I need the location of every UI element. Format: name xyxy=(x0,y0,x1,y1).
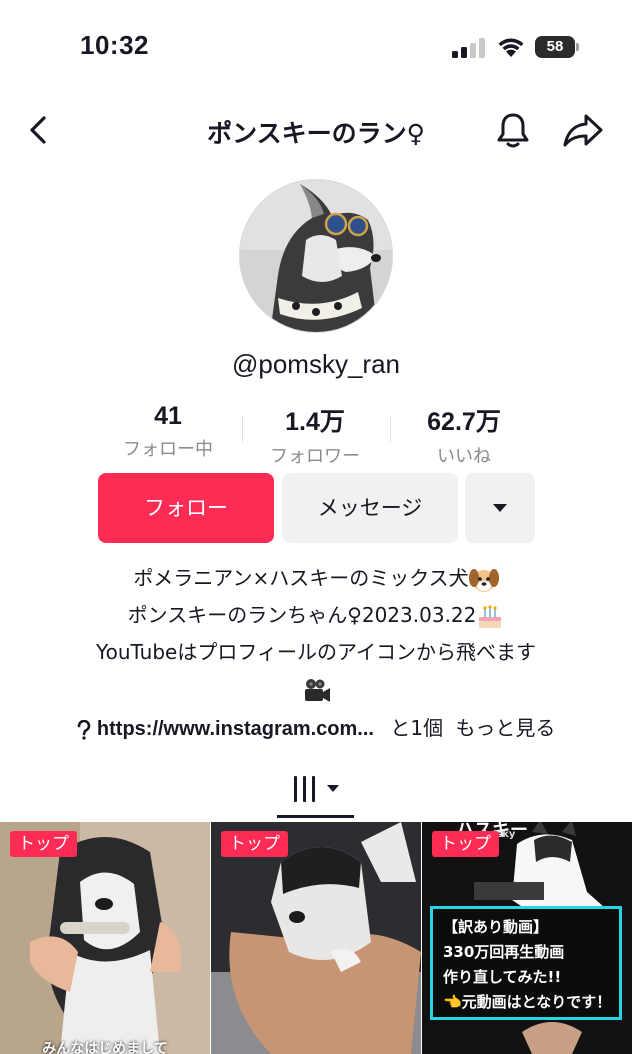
following-count: 41 xyxy=(154,402,182,430)
movie-camera-icon xyxy=(305,678,330,702)
bio-text-line2: ポンスキーのランちゃん♀2023.03.22 xyxy=(127,603,477,627)
stat-likes[interactable]: 62.7万 いいね xyxy=(399,402,529,468)
following-label: フォロー中 xyxy=(123,439,213,460)
stat-divider xyxy=(242,416,243,442)
video-grid: トップ みんなはじめまして トップ ハスキー husky トップ xyxy=(0,822,632,1054)
videos-grid-tab-icon[interactable] xyxy=(290,773,346,805)
likes-count: 62.7万 xyxy=(427,408,501,436)
follow-button[interactable]: フォロー xyxy=(98,473,274,543)
active-tab-indicator xyxy=(277,815,354,818)
video-thumbnail[interactable]: トップ xyxy=(211,822,421,1054)
birthday-cake-icon xyxy=(479,604,502,628)
page-title: ポンスキーのラン♀ xyxy=(207,119,425,148)
bio-link-url[interactable]: https://www.instagram.com... xyxy=(97,718,374,740)
battery-tip xyxy=(576,43,579,51)
share-icon[interactable] xyxy=(562,112,604,148)
dog-face-icon xyxy=(468,568,499,592)
caret-down-icon xyxy=(493,504,507,512)
bio-link-row[interactable]: https://www.instagram.com... と1個 もっと見る xyxy=(0,712,632,741)
suggested-accounts-button[interactable] xyxy=(465,473,535,543)
stat-followers[interactable]: 1.4万 フォロワー xyxy=(250,402,380,468)
overlay-line: 330万回再生動画 xyxy=(443,943,565,961)
status-bar: 10:32 58 xyxy=(0,0,632,96)
profile-stats: 41 フォロー中 1.4万 フォロワー 62.7万 いいね xyxy=(0,402,632,467)
bio-text-line1: ポメラニアン×ハスキーのミックス犬 xyxy=(133,566,469,590)
username: @pomsky_ran xyxy=(231,349,400,379)
link-icon xyxy=(77,719,90,740)
video-caption: みんなはじめまして xyxy=(42,1041,168,1054)
battery-level: 58 xyxy=(535,36,575,58)
video-overlay-text: 【訳あり動画】 330万回再生動画 作り直してみた!! 👈元動画はとなりです！ xyxy=(430,906,622,1020)
avatar[interactable] xyxy=(239,179,393,333)
followers-count: 1.4万 xyxy=(285,408,345,436)
bio-line xyxy=(0,671,632,708)
status-time: 10:32 xyxy=(80,30,149,60)
bio-text-line3: YouTubeはプロフィールのアイコンから飛べます xyxy=(96,640,536,664)
video-thumbnail[interactable]: ハスキー husky トップ 【訳あり動画】 330万回再生動画 作り直してみた… xyxy=(422,822,632,1054)
bio-see-more[interactable]: もっと見る xyxy=(455,716,555,740)
wifi-icon xyxy=(498,38,524,57)
overlay-line: 作り直してみた!! xyxy=(443,968,562,986)
top-badge: トップ xyxy=(432,831,499,857)
avatar-dog-photo xyxy=(240,180,392,332)
bio-link-count: と1個 xyxy=(390,716,444,740)
back-arrow-icon[interactable] xyxy=(24,112,56,148)
bio-line: ポメラニアン×ハスキーのミックス犬 xyxy=(0,560,632,597)
cellular-signal-icon xyxy=(452,38,485,58)
profile-header: ポンスキーのラン♀ xyxy=(0,100,632,160)
stat-divider xyxy=(390,416,391,442)
likes-label: いいね xyxy=(437,446,491,467)
stat-following[interactable]: 41 フォロー中 xyxy=(103,402,233,461)
bio-line: ポンスキーのランちゃん♀2023.03.22 xyxy=(0,597,632,634)
top-badge: トップ xyxy=(10,831,77,857)
top-badge: トップ xyxy=(221,831,288,857)
bio: ポメラニアン×ハスキーのミックス犬 ポンスキーのランちゃん♀2023.03.22… xyxy=(0,560,632,708)
followers-label: フォロワー xyxy=(270,446,360,467)
video-thumbnail[interactable]: トップ みんなはじめまして xyxy=(0,822,210,1054)
content-tab-bar xyxy=(0,765,632,821)
overlay-line: 【訳あり動画】 xyxy=(443,918,549,936)
message-button[interactable]: メッセージ xyxy=(282,473,458,543)
overlay-line: 👈元動画はとなりです！ xyxy=(443,993,612,1011)
bell-icon[interactable] xyxy=(494,110,532,150)
battery-icon: 58 xyxy=(535,36,579,58)
profile-actions: フォロー メッセージ xyxy=(0,473,632,543)
